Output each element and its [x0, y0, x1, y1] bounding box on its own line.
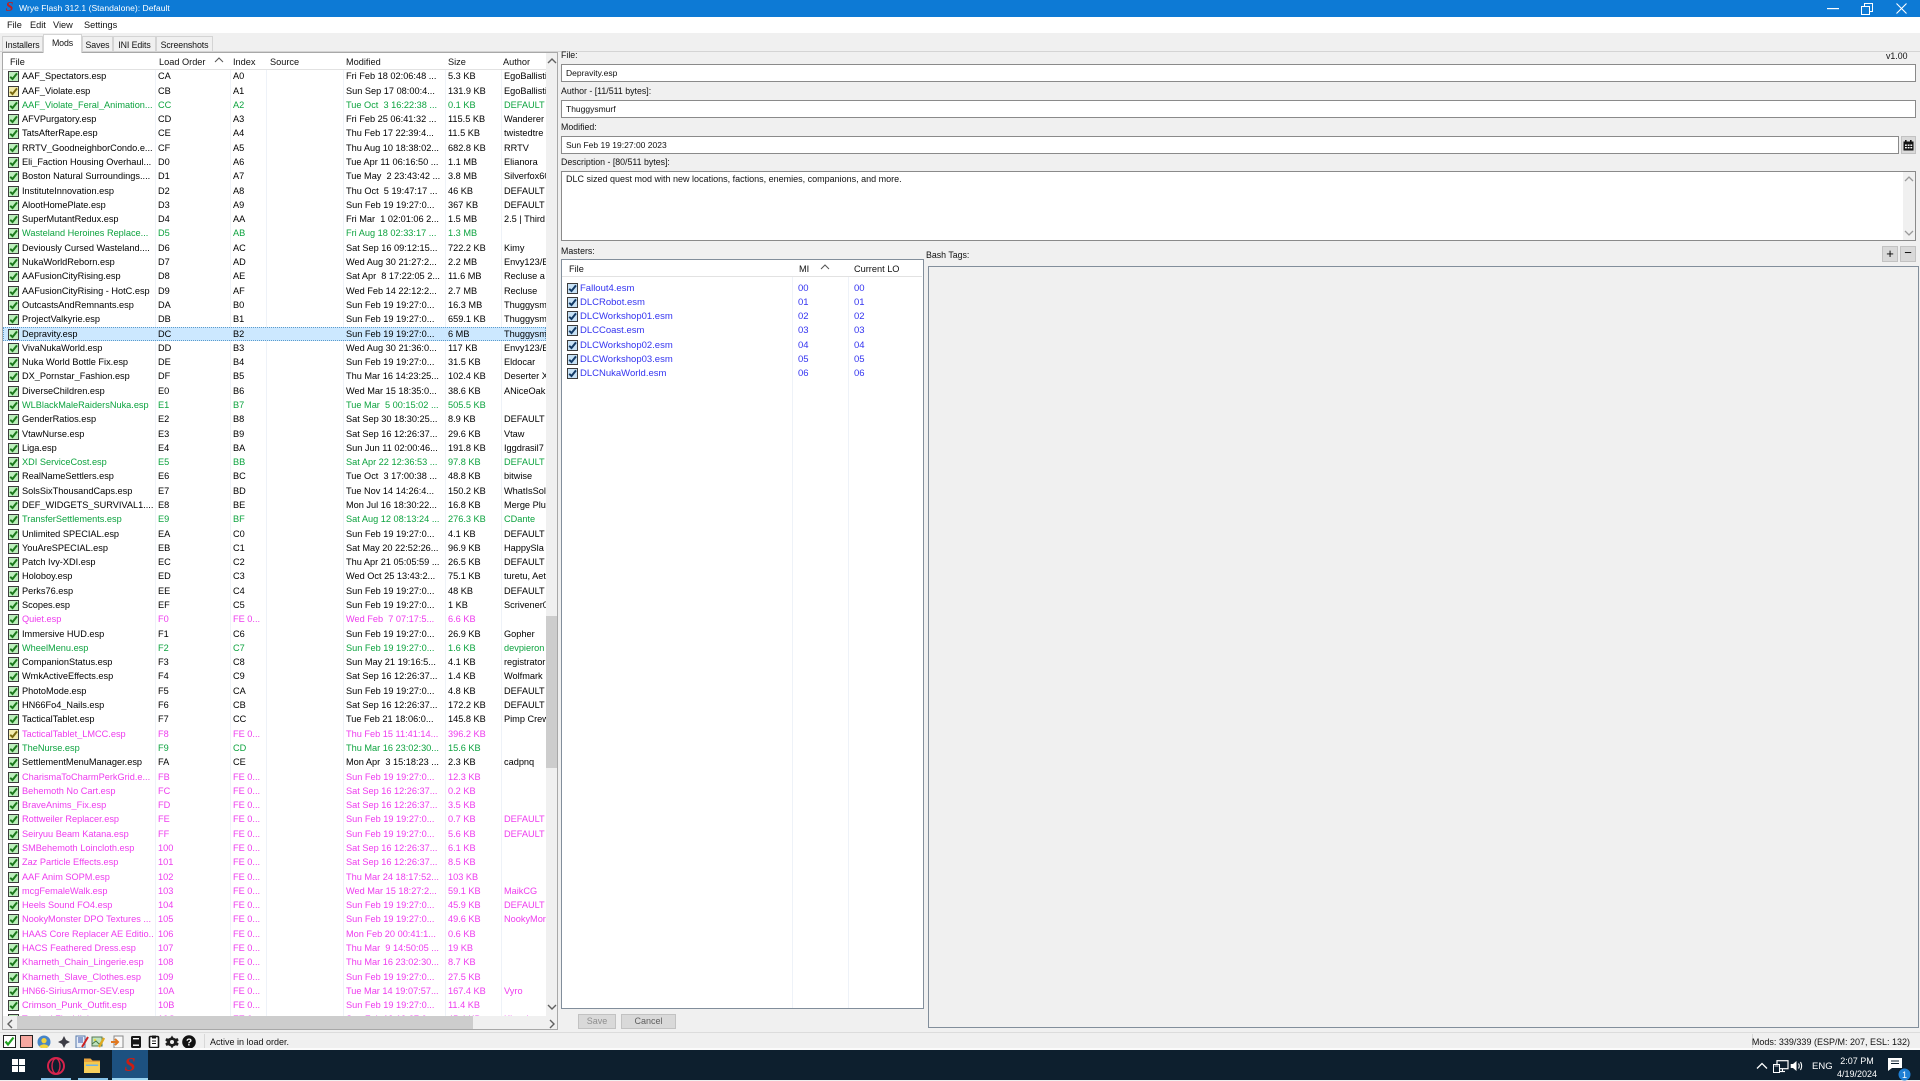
svg-text:?: ? — [186, 1038, 192, 1049]
svg-text:1: 1 — [1902, 1070, 1907, 1080]
